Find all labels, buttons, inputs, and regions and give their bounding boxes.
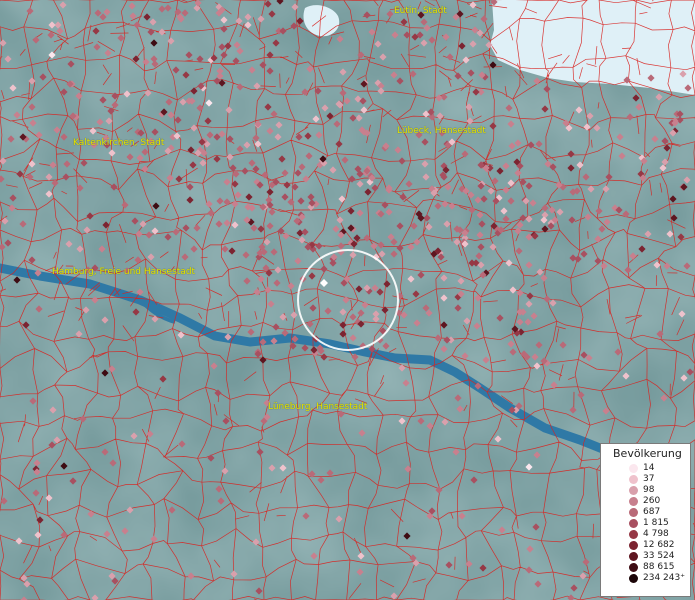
legend-value: 33 524 (643, 551, 675, 561)
legend-value: 98 (643, 485, 655, 495)
legend-row: 4 798 (601, 529, 692, 540)
legend-swatch (629, 530, 638, 539)
legend-swatch (629, 508, 638, 517)
legend-value: 12 682 (643, 540, 675, 550)
legend-value: 14 (643, 463, 655, 473)
map-canvas[interactable] (0, 0, 695, 600)
label-hamburg: Hamburg, Freie und Hansestadt (52, 267, 196, 277)
legend-value: 1 815 (643, 518, 669, 528)
population-legend: Bevölkerung 14 37 98 260 687 1 815 4 798… (600, 443, 691, 597)
legend-swatch (629, 464, 638, 473)
legend-value: 4 798 (643, 529, 669, 539)
legend-value: 37 (643, 474, 655, 484)
legend-swatch (629, 497, 638, 506)
legend-row: 33 524 (601, 551, 692, 562)
map-view[interactable]: Eutin, Stadt Lübeck, Hansestadt Kaltenki… (0, 0, 695, 600)
label-lueneburg: Lüneburg, Hansestadt (268, 402, 368, 412)
legend-swatch (629, 519, 638, 528)
label-luebeck: Lübeck, Hansestadt (397, 126, 486, 136)
legend-swatch (629, 552, 638, 561)
legend-title: Bevölkerung (613, 447, 682, 460)
legend-value: 88 615 (643, 562, 675, 572)
legend-row: 88 615 (601, 562, 692, 573)
legend-row: 1 815 (601, 518, 692, 529)
legend-row: 14 (601, 463, 692, 474)
legend-value: 260 (643, 496, 661, 506)
label-kaltenkirchen: Kaltenkirchen, Stadt (73, 138, 165, 148)
label-eutin: Eutin, Stadt (394, 6, 447, 16)
legend-row: 260 (601, 496, 692, 507)
legend-swatch (629, 475, 638, 484)
legend-value: 234 243⁺ (643, 573, 685, 583)
legend-swatch (629, 486, 638, 495)
legend-row: 687 (601, 507, 692, 518)
legend-swatch (629, 574, 638, 583)
legend-value: 687 (643, 507, 661, 517)
legend-row: 234 243⁺ (601, 573, 692, 584)
legend-swatch (629, 541, 638, 550)
legend-row: 37 (601, 474, 692, 485)
legend-row: 12 682 (601, 540, 692, 551)
legend-row: 98 (601, 485, 692, 496)
legend-swatch (629, 563, 638, 572)
